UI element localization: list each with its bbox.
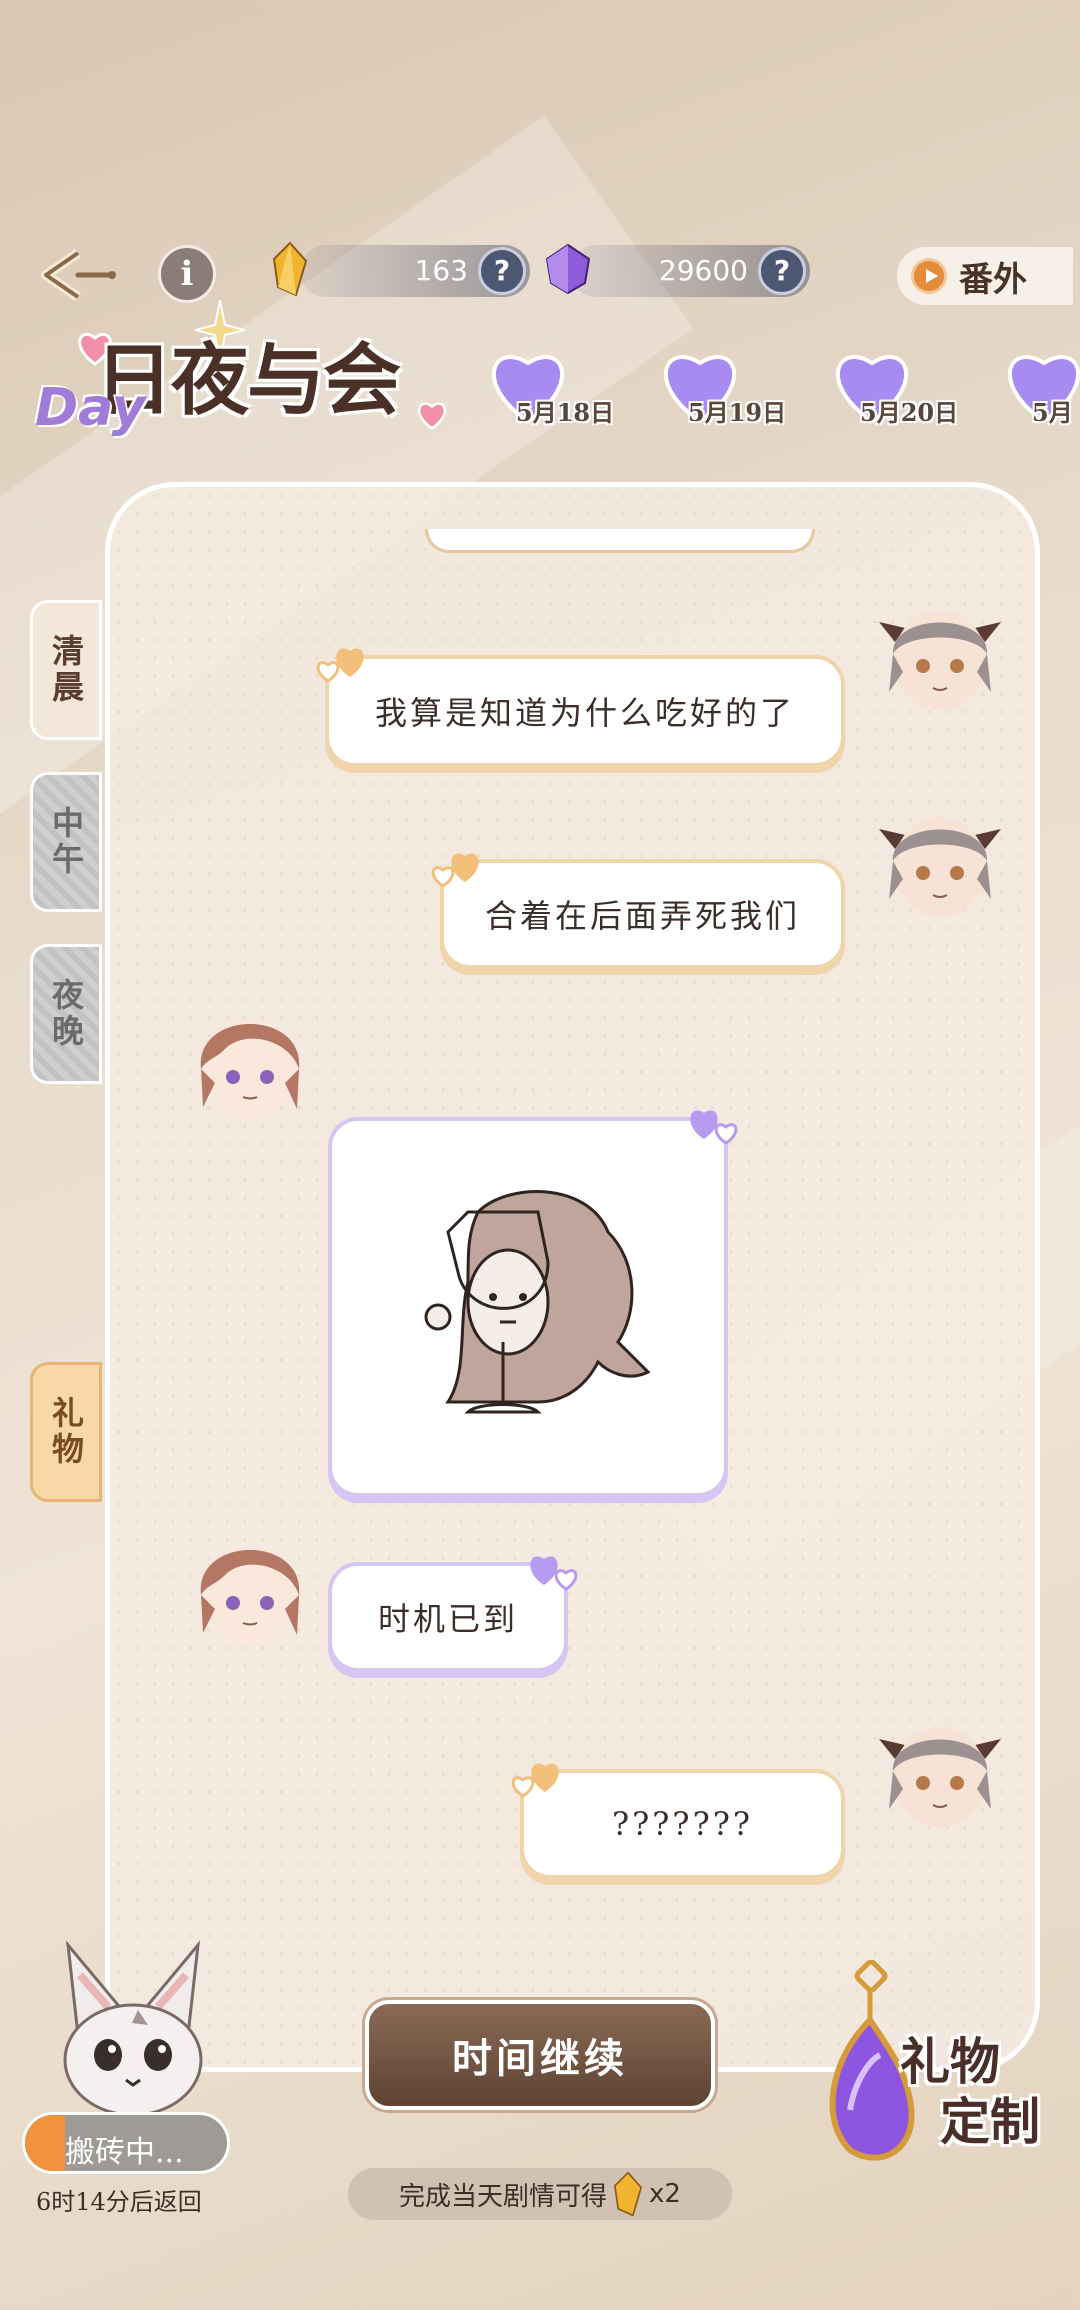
date-chip[interactable]: 5月 [996,345,1080,435]
heart-icon [690,1110,738,1145]
chat-panel[interactable]: 我算是知道为什么吃好的了 合着在后面弄死我们 时机已到 ??????? [105,482,1040,2072]
back-arrow-icon[interactable] [38,247,118,303]
date-chip[interactable]: 5月19日 [652,345,812,435]
date-label: 5月18日 [516,398,615,427]
message-text: ??????? [611,1805,754,1843]
previous-bubble-edge [425,529,815,553]
date-chip[interactable]: 5月18日 [480,345,640,435]
tab-night[interactable]: 夜晚 [30,944,102,1084]
gift-custom-button[interactable]: 礼物 定制 [800,1960,1070,2170]
heart-icon [431,853,479,888]
reward-count: x2 [649,2179,681,2209]
avatar-grey-hair-icon [879,1727,1001,1827]
chibi-sticker-icon [424,1190,651,1414]
sticker-bubble[interactable] [328,1117,728,1497]
extra-story-label: 番外 [959,259,1027,300]
continue-time-button[interactable]: 时间继续 [365,2000,715,2110]
date-label: 5月 [1032,398,1073,427]
avatar-brown-hair-icon [200,1019,300,1119]
purple-gem-icon [545,243,591,295]
pet-return-time: 6时14分后返回 [36,2188,202,2216]
extra-story-button[interactable]: 番外 [895,245,1075,307]
tab-gift[interactable]: 礼物 [30,1362,102,1502]
pet-cat-icon[interactable] [48,1935,218,2125]
avatar-grey-hair-icon [879,817,1001,917]
message-text: 合着在后面弄死我们 [484,897,800,935]
gold-crystal-icon [272,241,308,297]
chat-bubble-right: 合着在后面弄死我们 [440,859,845,969]
heart-icon [418,402,446,430]
date-label: 5月19日 [688,398,787,427]
gold-currency-bar: 163 ? [300,245,530,297]
gold-help-button[interactable]: ? [478,247,526,295]
info-button[interactable]: i [158,245,216,303]
play-icon [911,258,947,294]
heart-icon [530,1556,578,1591]
date-selector: 5月18日 5月19日 5月20日 5月 [480,345,1080,435]
date-label: 5月20日 [860,398,959,427]
date-chip[interactable]: 5月20日 [824,345,984,435]
title-logo: 日夜与会 Day [35,300,455,450]
gold-amount: 163 [414,254,468,287]
heart-icon [316,648,364,683]
pet-status-text: 搬砖中... [65,2135,184,2170]
title-accent: Day [35,378,146,438]
message-text: 时机已到 [377,1600,518,1638]
pet-status-pill[interactable]: 搬砖中... [22,2112,230,2174]
chat-bubble-right: 我算是知道为什么吃好的了 [325,655,845,767]
purple-currency-bar: 29600 ? [570,245,810,297]
reward-note: 完成当天剧情可得 x2 [348,2168,732,2220]
heart-icon [511,1763,559,1798]
tab-morning[interactable]: 清晨 [30,600,102,740]
gold-crystal-icon [614,2171,643,2217]
avatar-brown-hair-icon [200,1545,300,1645]
avatar-grey-hair-icon [879,610,1001,710]
reward-text: 完成当天剧情可得 [399,2181,608,2212]
purple-amount: 29600 [658,254,748,287]
purple-help-button[interactable]: ? [758,247,806,295]
pet-progress-fill [25,2115,66,2171]
gift-custom-line2: 定制 [940,2092,1040,2151]
message-text: 我算是知道为什么吃好的了 [374,694,795,732]
tab-noon[interactable]: 中午 [30,772,102,912]
info-icon: i [180,254,194,294]
